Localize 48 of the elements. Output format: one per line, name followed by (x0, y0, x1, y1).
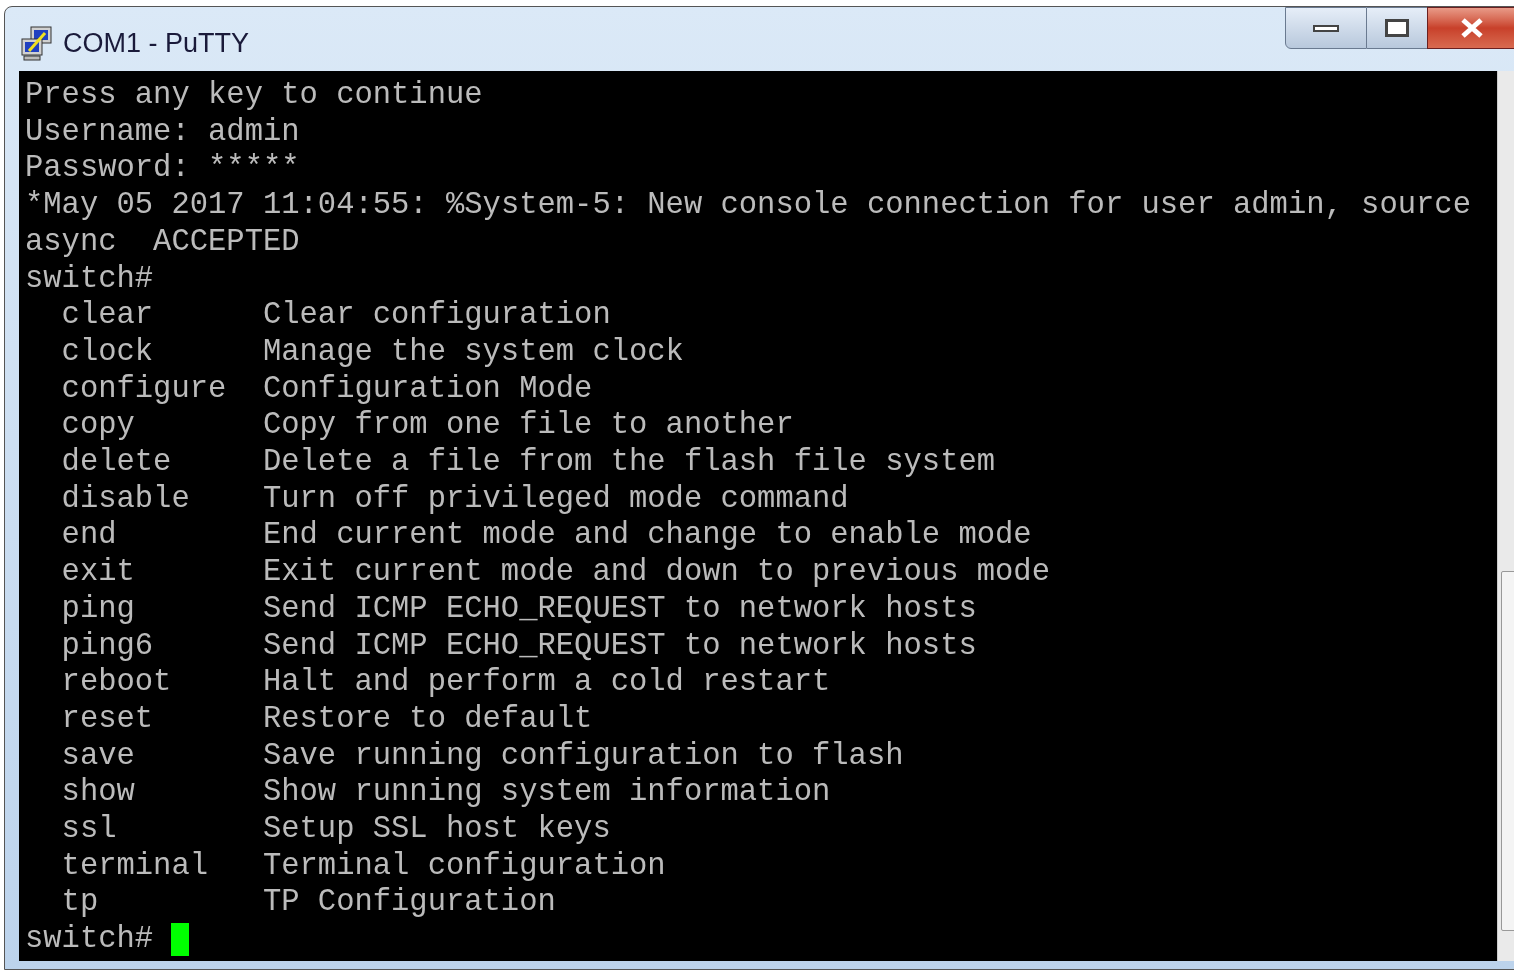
command-name: delete (61, 444, 173, 481)
command-description: Delete a file from the flash file system (262, 444, 996, 481)
command-name: clock (61, 333, 155, 371)
command-description: Save running configuration to flash (262, 737, 904, 775)
command-name: tp (61, 884, 100, 922)
command-name: terminal (61, 847, 210, 885)
command-description: Copy from one file to another (262, 407, 794, 445)
command-name: ping6 (61, 627, 155, 665)
terminal-computers-icon (19, 25, 55, 62)
command-name: reboot (61, 664, 173, 701)
command-description: Configuration Mode (262, 370, 593, 408)
command-description: Halt and perform a cold restart (262, 664, 831, 701)
command-description: TP Configuration (262, 884, 556, 922)
command-name: exit (61, 554, 136, 591)
terminal-line: Press any key to continue (25, 77, 483, 114)
command-description: End current mode and change to enable mode (262, 517, 1032, 555)
command-description: Turn off privileged mode command (262, 480, 849, 518)
command-name: copy (61, 407, 136, 445)
command-description: Manage the system clock (262, 333, 684, 371)
command-name: reset (61, 700, 155, 738)
command-name: ssl (61, 811, 118, 848)
minimize-button[interactable] (1285, 7, 1367, 49)
command-description: Send ICMP ECHO_REQUEST to network hosts (262, 590, 977, 628)
close-icon (1459, 18, 1485, 38)
command-description: Show running system information (262, 774, 831, 812)
close-button[interactable] (1427, 7, 1514, 49)
command-description: Setup SSL host keys (262, 811, 611, 848)
command-name: end (61, 517, 118, 555)
command-name: clear (61, 297, 155, 334)
command-description: Exit current mode and down to previous mode (262, 554, 1050, 591)
command-description: Clear configuration (262, 297, 611, 334)
terminal-line: async ACCEPTED (25, 223, 300, 261)
terminal-line: *May 05 2017 11:04:55: %System-5: New console connection for user admin, source (25, 187, 1471, 224)
command-description: Send ICMP ECHO_REQUEST to network hosts (262, 627, 977, 665)
terminal-line: switch# (25, 260, 154, 298)
maximize-button[interactable] (1367, 7, 1427, 49)
command-description: Restore to default (262, 700, 593, 738)
terminal-line: Username: admin (25, 113, 300, 151)
command-name: ping (61, 590, 136, 628)
window-title: COM1 - PuTTY (63, 27, 250, 60)
command-name: show (61, 774, 136, 812)
command-name: configure (61, 370, 228, 408)
command-name: disable (61, 480, 191, 518)
text-cursor (171, 923, 190, 956)
command-prompt: switch# (25, 921, 154, 958)
terminal-line: Password: ***** (25, 150, 300, 188)
command-description: Terminal configuration (262, 847, 666, 885)
command-name: save (61, 737, 136, 775)
